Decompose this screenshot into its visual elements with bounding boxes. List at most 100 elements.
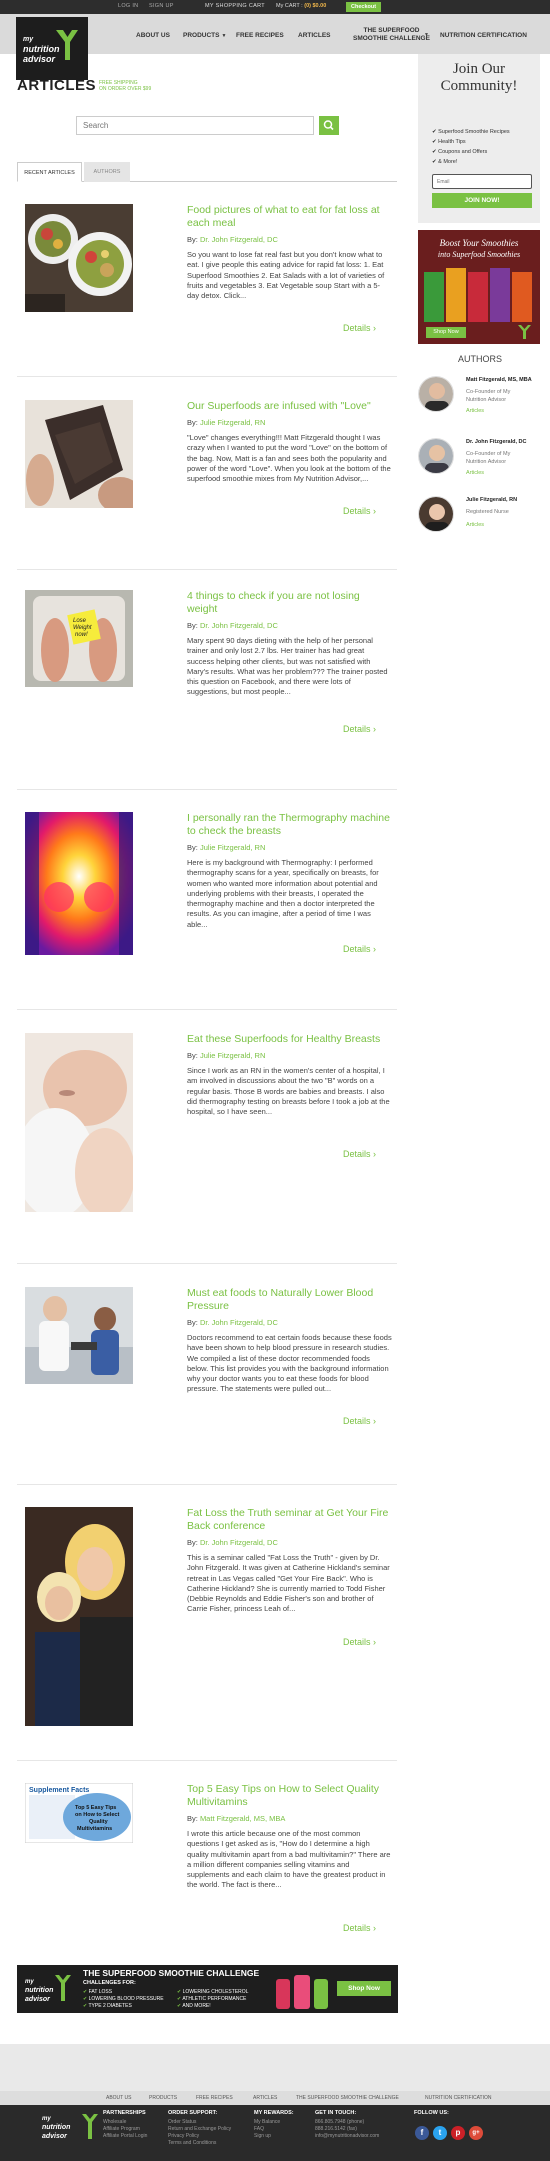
details-link[interactable]: Details › (343, 1416, 376, 1426)
footer-nav-item[interactable]: THE SUPERFOOD SMOOTHIE CHALLENGE (296, 2095, 399, 2101)
article-title[interactable]: Eat these Superfoods for Healthy Breasts (187, 1033, 392, 1046)
avatar[interactable] (418, 496, 454, 532)
author-articles-link[interactable]: Articles (466, 408, 484, 414)
google-plus-icon[interactable]: g+ (469, 2126, 483, 2140)
footer-nav-item[interactable]: PRODUCTS (149, 2095, 177, 2101)
article-title[interactable]: Our Superfoods are infused with "Love" (187, 400, 392, 413)
nav-recipes[interactable]: FREE RECIPES (236, 32, 284, 39)
cta-shop-now-button[interactable]: Shop Now (337, 1981, 391, 1996)
boost-shop-now-button[interactable]: Shop Now (426, 327, 466, 338)
avatar[interactable] (418, 376, 454, 412)
article-thumbnail[interactable] (25, 812, 133, 955)
cta-item: TYPE 2 DIABETES (83, 2003, 132, 2009)
smoothie-challenge-banner[interactable]: my nutrition advisor THE SUPERFOOD SMOOTHI… (17, 1965, 398, 2013)
footer-nav-item[interactable]: FREE RECIPES (196, 2095, 233, 2101)
top-bar: LOG IN SIGN UP MY SHOPPING CART My CART … (0, 0, 550, 14)
tab-authors[interactable]: AUTHORS (84, 162, 130, 182)
nav-certification[interactable]: NUTRITION CERTIFICATION (440, 32, 527, 39)
logo[interactable]: my nutrition advisor (16, 17, 88, 80)
search-input[interactable] (77, 117, 313, 134)
pinterest-icon[interactable]: p (451, 2126, 465, 2140)
facebook-icon[interactable]: f (415, 2126, 429, 2140)
footer-link[interactable]: Terms and Conditions (168, 2140, 216, 2146)
article-thumbnail[interactable] (25, 1287, 133, 1384)
details-link[interactable]: Details › (343, 1637, 376, 1647)
login-link[interactable]: LOG IN (118, 3, 138, 9)
details-link[interactable]: Details › (343, 1149, 376, 1159)
author-link[interactable]: Julie Fitzgerald, RN (200, 843, 265, 852)
footer-link[interactable]: Affiliate Program (103, 2126, 140, 2132)
article-title[interactable]: Must eat foods to Naturally Lower Blood … (187, 1287, 392, 1313)
footer-nav-item[interactable]: ARTICLES (253, 2095, 277, 2101)
author-role: Registered Nurse (466, 509, 509, 515)
article-title[interactable]: 4 things to check if you are not losing … (187, 590, 392, 616)
article-excerpt: This is a seminar called "Fat Loss the T… (187, 1553, 390, 1614)
footer-link[interactable]: Return and Exchange Policy (168, 2126, 231, 2132)
join-benefit: Coupons and Offers (432, 149, 487, 155)
article-thumbnail[interactable] (25, 1033, 133, 1212)
author-name[interactable]: Julie Fitzgerald, RN (466, 497, 517, 503)
footer-contact: 866.805.7948 (phone) (315, 2119, 365, 2125)
footer-link[interactable]: Wholesale (103, 2119, 126, 2125)
article-byline: By: Matt Fitzgerald, MS, MBA (187, 1814, 286, 1823)
tab-recent-articles[interactable]: RECENT ARTICLES (17, 162, 82, 182)
join-benefit: Health Tips (432, 139, 466, 145)
author-link[interactable]: Matt Fitzgerald, MS, MBA (200, 1814, 285, 1823)
email-field[interactable] (433, 175, 531, 188)
shopping-cart-link[interactable]: MY SHOPPING CART (205, 3, 265, 9)
checkout-button[interactable]: Checkout (346, 2, 382, 12)
article-thumbnail[interactable] (25, 204, 133, 312)
author-link[interactable]: Dr. John Fitzgerald, DC (200, 1538, 278, 1547)
article-thumbnail[interactable]: Lose Weight now! (25, 590, 133, 687)
footer-heading: FOLLOW US: (414, 2110, 449, 2116)
avatar[interactable] (418, 438, 454, 474)
author-link[interactable]: Julie Fitzgerald, RN (200, 418, 265, 427)
article-item: Our Superfoods are infused with "Love" B… (17, 377, 397, 570)
nav-products[interactable]: PRODUCTS ▼ (183, 32, 226, 39)
nav-challenge[interactable]: THE SUPERFOOD SMOOTHIE CHALLENGE (353, 27, 430, 43)
author-articles-link[interactable]: Articles (466, 470, 484, 476)
boost-smoothies-ad[interactable]: Boost Your Smoothies into Superfood Smoo… (418, 230, 540, 344)
chevron-right-icon: › (373, 724, 377, 734)
footer-link[interactable]: Affiliate Portal Login (103, 2133, 147, 2139)
footer-link[interactable]: My Balance (254, 2119, 280, 2125)
details-link[interactable]: Details › (343, 1923, 376, 1933)
article-thumbnail[interactable] (25, 400, 133, 508)
nav-about[interactable]: ABOUT US (136, 32, 170, 39)
article-title[interactable]: Fat Loss the Truth seminar at Get Your F… (187, 1507, 392, 1533)
details-link[interactable]: Details › (343, 944, 376, 954)
footer-link[interactable]: FAQ (254, 2126, 264, 2132)
nav-articles[interactable]: ARTICLES (298, 32, 331, 39)
cart-summary[interactable]: My CART : (0) $0.00 (276, 3, 326, 9)
footer-nav-item[interactable]: NUTRITION CERTIFICATION (425, 2095, 491, 2101)
article-thumbnail[interactable]: Supplement Facts Top 5 Easy Tips on How to… (25, 1783, 133, 1843)
author-link[interactable]: Julie Fitzgerald, RN (200, 1051, 265, 1060)
search-button[interactable] (319, 116, 339, 135)
svg-text:on How to Select: on How to Select (75, 1812, 119, 1818)
article-title[interactable]: Food pictures of what to eat for fat los… (187, 204, 392, 230)
footer-nav-item[interactable]: ABOUT US (106, 2095, 131, 2101)
footer-link[interactable]: Privacy Policy (168, 2133, 199, 2139)
twitter-icon[interactable]: t (433, 2126, 447, 2140)
article-title[interactable]: Top 5 Easy Tips on How to Select Quality… (187, 1783, 392, 1809)
author-name[interactable]: Dr. John Fitzgerald, DC (466, 439, 527, 445)
author-link[interactable]: Dr. John Fitzgerald, DC (200, 235, 278, 244)
article-content: Top 5 Easy Tips on How to Select Quality… (187, 1783, 392, 1891)
author-link[interactable]: Dr. John Fitzgerald, DC (200, 621, 278, 630)
signup-link[interactable]: SIGN UP (149, 3, 174, 9)
footer-link[interactable]: Order Status (168, 2119, 196, 2125)
details-link[interactable]: Details › (343, 506, 376, 516)
footer-link[interactable]: Sign up (254, 2133, 271, 2139)
author-articles-link[interactable]: Articles (466, 522, 484, 528)
footer-logo[interactable]: my nutrition advisor (16, 2111, 100, 2141)
cta-item: AND MORE! (177, 2003, 210, 2009)
join-benefit: Superfood Smoothie Recipes (432, 129, 510, 135)
author-link[interactable]: Dr. John Fitzgerald, DC (200, 1318, 278, 1327)
details-link[interactable]: Details › (343, 323, 376, 333)
footer-email-link[interactable]: info@mynutritionadvisor.com (315, 2133, 379, 2139)
author-name[interactable]: Matt Fitzgerald, MS, MBA (466, 377, 532, 383)
join-now-button[interactable]: JOIN NOW! (432, 193, 532, 208)
article-thumbnail[interactable] (25, 1507, 133, 1726)
article-title[interactable]: I personally ran the Thermography machin… (187, 812, 392, 838)
details-link[interactable]: Details › (343, 724, 376, 734)
